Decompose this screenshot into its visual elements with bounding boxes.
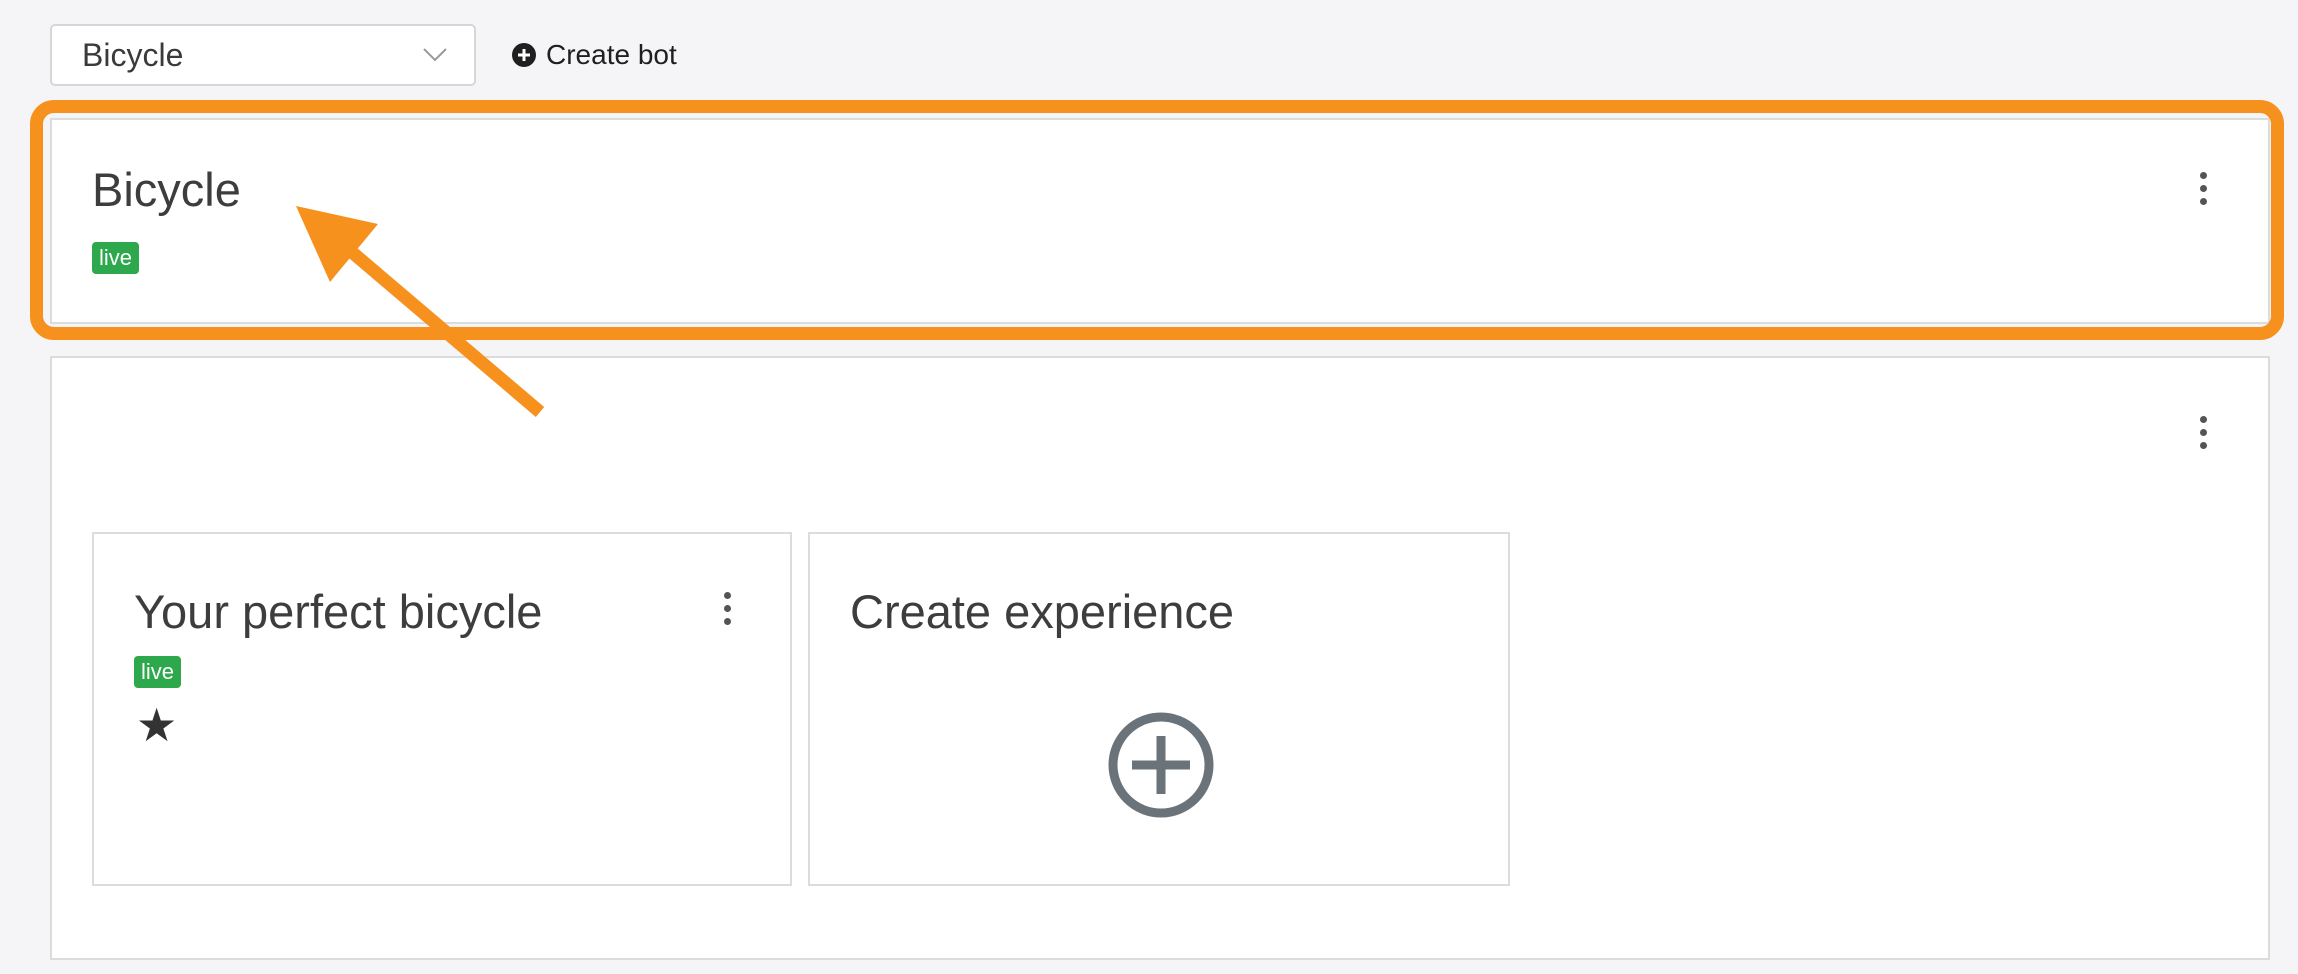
kebab-menu-icon[interactable] bbox=[2188, 166, 2218, 210]
create-bot-label: Create bot bbox=[546, 39, 677, 70]
bot-title: Bicycle bbox=[92, 163, 241, 216]
kebab-menu-icon[interactable] bbox=[712, 586, 742, 630]
bot-card[interactable]: Bicycle live bbox=[50, 118, 2270, 324]
status-badge: live bbox=[92, 242, 140, 274]
experience-title: Your perfect bicycle bbox=[134, 585, 543, 638]
bot-select-value: Bicycle bbox=[82, 36, 184, 73]
kebab-menu-icon[interactable] bbox=[2188, 410, 2218, 454]
star-icon[interactable]: ★ bbox=[136, 702, 177, 748]
create-experience-title: Create experience bbox=[850, 585, 1235, 638]
add-circle-icon[interactable] bbox=[1106, 710, 1216, 820]
experience-card[interactable]: Your perfect bicycle live ★ bbox=[92, 532, 792, 886]
bot-select[interactable]: Bicycle bbox=[50, 24, 476, 86]
create-bot-button[interactable]: Create bot bbox=[512, 30, 677, 80]
create-experience-card[interactable]: Create experience bbox=[808, 532, 1510, 886]
plus-circle-icon bbox=[512, 43, 536, 67]
status-badge: live bbox=[134, 656, 182, 688]
chevron-down-icon bbox=[423, 48, 447, 62]
